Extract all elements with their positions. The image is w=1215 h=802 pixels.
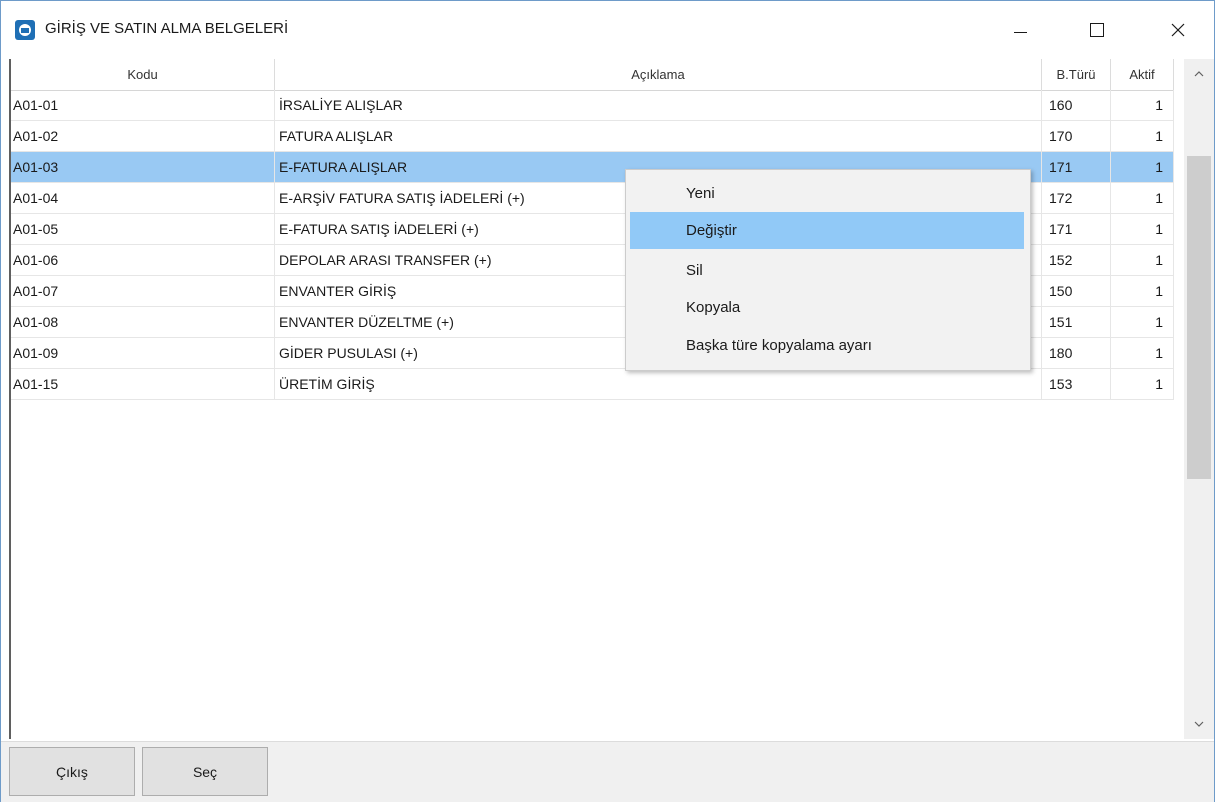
cell-belge-turu: 171 — [1042, 152, 1111, 183]
menu-item-kopyala[interactable]: Kopyala — [630, 289, 1024, 326]
bottom-toolbar: Çıkış Seç — [1, 741, 1214, 802]
window-title: GİRİŞ VE SATIN ALMA BELGELERİ — [45, 20, 289, 37]
cell-aktif: 1 — [1111, 276, 1174, 307]
cell-belge-turu: 170 — [1042, 121, 1111, 152]
cell-belge-turu: 160 — [1042, 90, 1111, 121]
chevron-up-icon — [1194, 71, 1204, 77]
cell-kodu: A01-06 — [11, 245, 275, 276]
table-row[interactable]: A01-02 FATURA ALIŞLAR 170 1 — [11, 121, 1174, 152]
menu-item-baska-ture-kopyalama[interactable]: Başka türe kopyalama ayarı — [630, 327, 1024, 364]
scrollbar-thumb[interactable] — [1187, 156, 1211, 479]
cell-kodu: A01-04 — [11, 183, 275, 214]
cell-kodu: A01-01 — [11, 90, 275, 121]
cell-kodu: A01-09 — [11, 338, 275, 369]
grid-header: Kodu Açıklama B.Türü Aktif — [11, 59, 1174, 91]
cell-kodu: A01-07 — [11, 276, 275, 307]
minimize-button[interactable] — [984, 1, 1056, 59]
scroll-down-button[interactable] — [1184, 709, 1214, 739]
vertical-scrollbar[interactable] — [1184, 59, 1214, 739]
cell-aktif: 1 — [1111, 338, 1174, 369]
cell-aktif: 1 — [1111, 214, 1174, 245]
select-button[interactable]: Seç — [142, 747, 268, 796]
cell-belge-turu: 150 — [1042, 276, 1111, 307]
maximize-icon — [1090, 23, 1104, 37]
app-icon — [15, 20, 35, 40]
column-header-aktif[interactable]: Aktif — [1111, 59, 1174, 90]
menu-item-degistir[interactable]: Değiştir — [630, 212, 1024, 249]
cell-kodu: A01-15 — [11, 369, 275, 400]
cell-belge-turu: 151 — [1042, 307, 1111, 338]
minimize-icon — [1013, 31, 1027, 33]
cell-aciklama: ÜRETİM GİRİŞ — [275, 369, 1042, 400]
close-icon — [1171, 23, 1185, 37]
maximize-button[interactable] — [1061, 1, 1133, 59]
cell-aciklama: İRSALİYE ALIŞLAR — [275, 90, 1042, 121]
cell-kodu: A01-02 — [11, 121, 275, 152]
cell-belge-turu: 153 — [1042, 369, 1111, 400]
cell-aktif: 1 — [1111, 245, 1174, 276]
cell-belge-turu: 180 — [1042, 338, 1111, 369]
chevron-down-icon — [1194, 721, 1204, 727]
title-bar[interactable]: GİRİŞ VE SATIN ALMA BELGELERİ — [1, 1, 1214, 59]
cell-belge-turu: 152 — [1042, 245, 1111, 276]
column-header-belge-turu[interactable]: B.Türü — [1042, 59, 1111, 90]
cell-belge-turu: 172 — [1042, 183, 1111, 214]
cell-aktif: 1 — [1111, 152, 1174, 183]
cell-kodu: A01-05 — [11, 214, 275, 245]
cell-aktif: 1 — [1111, 369, 1174, 400]
exit-button[interactable]: Çıkış — [9, 747, 135, 796]
cell-aktif: 1 — [1111, 90, 1174, 121]
cell-aciklama: FATURA ALIŞLAR — [275, 121, 1042, 152]
close-button[interactable] — [1142, 1, 1214, 59]
menu-item-yeni[interactable]: Yeni — [630, 175, 1024, 212]
table-row[interactable]: A01-01 İRSALİYE ALIŞLAR 160 1 — [11, 90, 1174, 121]
documents-grid[interactable]: Kodu Açıklama B.Türü Aktif A01-01 İRSALİ… — [11, 59, 1174, 739]
context-menu: Yeni Değiştir Sil Kopyala Başka türe kop… — [625, 169, 1031, 371]
column-header-aciklama[interactable]: Açıklama — [275, 59, 1042, 90]
scroll-up-button[interactable] — [1184, 59, 1214, 89]
main-window: GİRİŞ VE SATIN ALMA BELGELERİ Kodu Açıkl… — [0, 0, 1215, 802]
table-row[interactable]: A01-15 ÜRETİM GİRİŞ 153 1 — [11, 369, 1174, 400]
cell-belge-turu: 171 — [1042, 214, 1111, 245]
cell-aktif: 1 — [1111, 307, 1174, 338]
cell-aktif: 1 — [1111, 183, 1174, 214]
cell-aktif: 1 — [1111, 121, 1174, 152]
column-header-kodu[interactable]: Kodu — [11, 59, 275, 90]
cell-kodu: A01-08 — [11, 307, 275, 338]
menu-item-sil[interactable]: Sil — [630, 252, 1024, 289]
cell-kodu: A01-03 — [11, 152, 275, 183]
